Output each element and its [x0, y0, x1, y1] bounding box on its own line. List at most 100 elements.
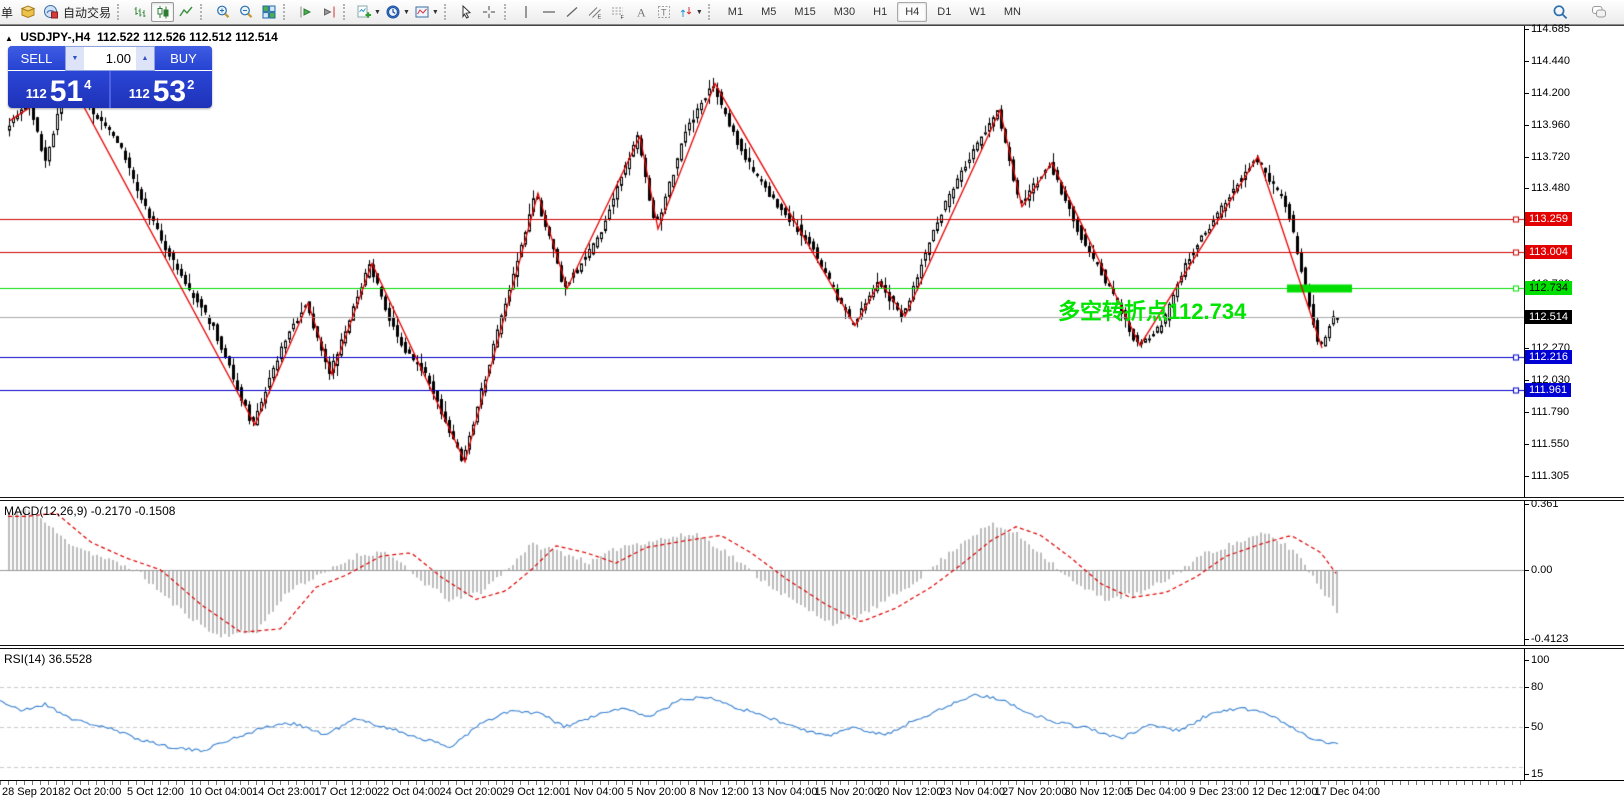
chart-candles-button[interactable]	[151, 2, 175, 22]
timeframe-h4-button[interactable]: H4	[897, 2, 928, 22]
cursor-icon	[462, 4, 472, 19]
templates-button[interactable]: ▼	[412, 2, 441, 22]
price-level-label: 113.259	[1525, 211, 1572, 226]
cursor-button[interactable]	[455, 2, 478, 22]
time-axis-label: 17 Dec 04:00	[1314, 786, 1380, 798]
rsi-chart-canvas[interactable]	[0, 650, 1524, 780]
fibonacci-button[interactable]: F	[607, 2, 630, 22]
candlestick-icon	[157, 6, 169, 19]
equidistant-channel-button[interactable]: E	[584, 2, 607, 22]
rsi-axis-label: 100	[1524, 654, 1550, 666]
macd-chart-canvas[interactable]	[0, 502, 1524, 645]
time-axis-label: 13 Nov 04:00	[752, 786, 818, 798]
price-level-label: 113.004	[1525, 245, 1572, 260]
autotrade-icon	[43, 5, 58, 19]
text-button[interactable]: A	[630, 2, 653, 22]
timeframe-m5-button[interactable]: M5	[753, 2, 784, 22]
price-axis-tick: 113.720	[1525, 150, 1570, 163]
chart-title: ▲ USDJPY-,H4 112.522 112.526 112.512 112…	[5, 30, 278, 44]
toolbar: 单 自动交易 ▼ ▼ ▼ E F A T ▼ M1 M5 M15 M30 H1 H4 D1 W1 MN	[0, 0, 1624, 25]
zoom-out-icon	[239, 5, 252, 18]
rsi-indicator-header: RSI(14) 36.5528	[4, 652, 93, 666]
sell-price-display[interactable]: 112 51 4	[8, 71, 109, 108]
timeframe-m15-button[interactable]: M15	[786, 2, 823, 22]
window-splitter[interactable]	[0, 497, 1624, 501]
mt4-window: 单 自动交易 ▼ ▼ ▼ E F A T ▼ M1 M5 M15 M30 H1 H4 D1 W1 MN ▲ USDJ…	[0, 0, 1624, 812]
time-axis-label: 1 Nov 04:00	[564, 786, 624, 798]
time-axis-label: 17 Oct 12:00	[314, 786, 378, 798]
rsi-axis-label: 15	[1524, 767, 1544, 780]
zoom-in-button[interactable]	[211, 2, 234, 22]
zoom-out-button[interactable]	[234, 2, 257, 22]
time-axis-label: 27 Nov 20:00	[1002, 786, 1068, 798]
buy-price-sup: 2	[187, 77, 195, 92]
time-axis-line	[0, 780, 1624, 781]
time-axis-label: 28 Sep 2018	[2, 786, 65, 798]
channel-icon: E	[588, 7, 602, 20]
buy-price-display[interactable]: 112 53 2	[109, 71, 212, 108]
collapse-arrow-icon[interactable]: ▲	[5, 34, 13, 43]
arrows-button[interactable]: ▼	[676, 2, 705, 22]
new-order-button[interactable]	[16, 2, 39, 22]
chart-line-button[interactable]	[174, 2, 197, 22]
toolbar-grip	[200, 4, 206, 20]
dropdown-caret-icon: ▼	[402, 8, 410, 16]
toolbar-grip	[503, 4, 510, 20]
label-icon: T	[658, 6, 671, 18]
new-order-button-label[interactable]: 单	[1, 4, 13, 21]
crosshair-icon	[483, 6, 496, 18]
bar-chart-icon	[134, 7, 146, 17]
ohlc-values: 112.522 112.526 112.512 112.514	[96, 30, 278, 44]
horizontal-line-button[interactable]	[538, 2, 561, 22]
timeframe-m30-button[interactable]: M30	[826, 2, 863, 22]
time-axis-label: 9 Dec 23:00	[1189, 786, 1249, 798]
price-chart-canvas[interactable]	[0, 26, 1524, 497]
sell-price-prefix: 112	[25, 86, 47, 101]
timeframe-mn-button[interactable]: MN	[996, 2, 1029, 22]
indicators-button[interactable]: ▼	[354, 2, 383, 22]
time-axis-label: 15 Nov 20:00	[814, 786, 880, 798]
sell-button[interactable]: SELL	[8, 46, 65, 71]
timeframe-m1-button[interactable]: M1	[720, 2, 751, 22]
chat-button[interactable]	[1587, 2, 1610, 22]
chart-shift-button[interactable]	[317, 2, 340, 22]
search-icon	[1553, 5, 1567, 20]
time-axis-label: 30 Nov 12:00	[1064, 786, 1130, 798]
time-axis-label: 5 Dec 04:00	[1127, 786, 1187, 798]
price-axis-tick: 113.480	[1525, 182, 1570, 195]
chart-annotation-text[interactable]: 多空转折点112.734	[1058, 294, 1246, 326]
price-axis-line	[1524, 26, 1525, 780]
timeframe-d1-button[interactable]: D1	[929, 2, 959, 22]
tile-windows-button[interactable]	[257, 2, 280, 22]
label-button[interactable]: T	[653, 2, 676, 22]
crosshair-button[interactable]	[478, 2, 501, 22]
macd-indicator-header: MACD(12,26,9) -0.2170 -0.1508	[4, 504, 176, 518]
autotrade-button-label[interactable]: 自动交易	[63, 4, 111, 21]
volume-stepper: ▼ ▲	[65, 46, 155, 71]
vline-icon	[525, 6, 527, 18]
vertical-line-button[interactable]	[515, 2, 538, 22]
chart-bars-button[interactable]	[128, 2, 151, 22]
search-button[interactable]	[1548, 2, 1571, 22]
autotrade-button[interactable]	[39, 2, 62, 22]
trendline-button[interactable]	[561, 2, 584, 22]
template-icon	[415, 6, 429, 18]
auto-scroll-icon	[300, 6, 311, 18]
buy-price-prefix: 112	[128, 86, 150, 101]
line-chart-icon	[178, 6, 193, 17]
window-splitter[interactable]	[0, 645, 1624, 649]
periods-button[interactable]: ▼	[383, 2, 412, 22]
timeframe-h1-button[interactable]: H1	[865, 2, 895, 22]
time-axis-label: 23 Nov 04:00	[939, 786, 1005, 798]
text-icon: A	[637, 6, 646, 20]
volume-decrease-button[interactable]: ▼	[66, 47, 84, 70]
timeframe-w1-button[interactable]: W1	[961, 2, 994, 22]
volume-increase-button[interactable]: ▲	[136, 47, 154, 70]
dropdown-caret-icon: ▼	[431, 8, 439, 16]
volume-input[interactable]	[84, 47, 136, 70]
auto-scroll-button[interactable]	[294, 2, 317, 22]
indicators-icon	[357, 5, 372, 18]
buy-button[interactable]: BUY	[155, 46, 212, 71]
buy-price-big: 53	[152, 75, 187, 108]
tile-windows-icon	[262, 5, 276, 19]
